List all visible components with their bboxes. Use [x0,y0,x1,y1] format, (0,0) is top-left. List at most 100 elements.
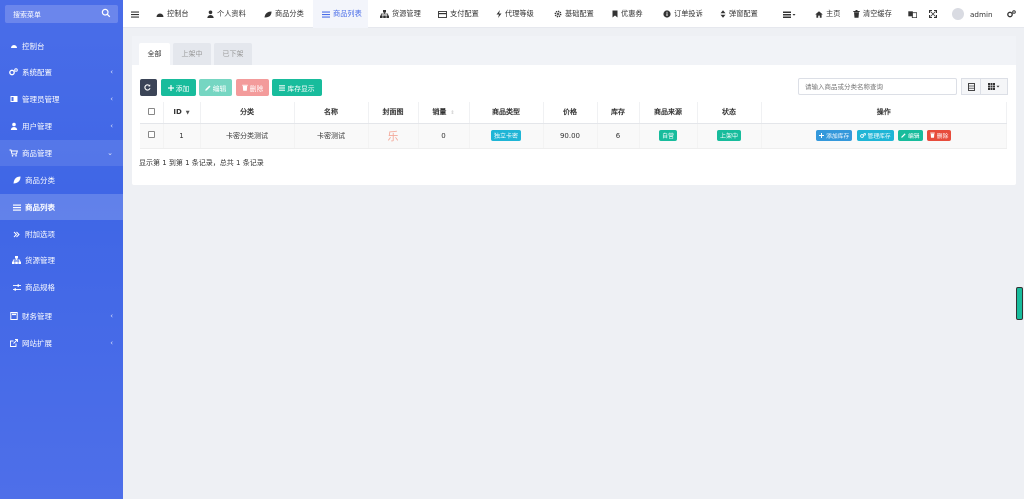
sidebar-search[interactable]: 搜索菜单 [5,5,118,23]
user-icon [207,10,214,18]
sidebar-item-system-config[interactable]: 系统配置 ‹ [0,59,123,85]
content-panel: 全部 上架中 已下架 添加 编辑 删除 库存显示 ID ▼ 分类 名称 [132,36,1016,185]
row-checkbox-cell[interactable] [140,123,164,149]
nav-tab-label: 订单投诉 [674,9,703,18]
search-input[interactable] [798,78,957,95]
cogs-icon [1007,10,1016,18]
cover-thumbnail[interactable]: 乐 [388,130,399,143]
nav-tab-agent-level[interactable]: 代理等级 [496,0,534,28]
column-id[interactable]: ID ▼ [163,102,201,124]
nav-tab-popup[interactable]: 弹窗配置 [720,0,758,28]
language-button[interactable] [908,0,920,28]
row-edit-button[interactable]: 编辑 [897,130,923,142]
settings-button[interactable] [1007,0,1019,28]
column-category: 分类 [200,102,295,124]
nav-tab-goods-category[interactable]: 商品分类 [264,0,304,28]
sidebar-item-label: 用户管理 [22,121,52,131]
sidebar-item-goods-list[interactable]: 商品列表 [0,194,123,220]
refresh-button[interactable] [140,79,157,96]
sidebar: 搜索菜单 控制台 系统配置 ‹ 管理员管理 ‹ 用户管理 ‹ 商品管理 ⌄ 商品… [0,0,123,499]
chevron-left-icon: ‹ [110,95,113,103]
nav-tab-complaints[interactable]: 订单投诉 [663,0,703,28]
chevron-down-icon: ⌄ [107,149,113,157]
sidebar-item-label: 管理员管理 [22,94,60,104]
clear-cache-button[interactable]: 清空缓存 [853,0,892,28]
external-link-icon [9,339,18,348]
sidebar-item-goods-category[interactable]: 商品分类 [0,167,123,193]
status-bar-url [3,489,153,497]
tab-all[interactable]: 全部 [139,43,170,65]
cell-category: 卡密分类测试 [200,123,295,149]
nav-tab-goods-list[interactable]: 商品列表 [313,0,368,28]
column-type: 商品类型 [469,102,544,124]
sidebar-item-supply[interactable]: 货源管理 [0,247,123,273]
cell-source: 自营 [639,123,698,149]
row-delete-button[interactable]: 删除 [926,129,952,141]
nav-tab-label: 商品列表 [333,9,362,18]
sidebar-item-users[interactable]: 用户管理 ‹ [0,113,123,139]
home-link[interactable]: 主页 [815,0,840,28]
checkbox[interactable] [147,131,155,138]
cogs-icon [9,68,18,77]
user-menu[interactable]: admin [952,0,993,28]
cell-stock: 6 [597,123,640,149]
cogs-icon [859,133,866,139]
sidebar-item-admin[interactable]: 管理员管理 ‹ [0,86,123,112]
search-icon[interactable] [101,8,111,18]
cell-type: 独立卡密 [469,123,544,149]
stock-display-button[interactable]: 库存显示 [272,79,322,96]
header-label: 封面图 [382,108,404,117]
tab-label: 已下架 [222,50,244,58]
sidebar-item-addons[interactable]: 附加选项 [0,221,123,247]
sort-icon[interactable]: ⇕ [450,110,454,116]
language-icon [908,10,917,18]
trash-icon [929,132,935,139]
sidebar-item-label: 货源管理 [25,255,55,265]
source-badge: 自营 [658,130,677,141]
header-label: 库存 [611,108,625,117]
nav-tab-dashboard[interactable]: 控制台 [156,0,189,28]
tab-on-sale[interactable]: 上架中 [173,43,211,65]
checkbox[interactable] [147,107,155,115]
sort-desc-icon[interactable]: ▼ [186,110,190,116]
nav-tab-label: 基础配置 [565,9,594,18]
sidebar-item-goods[interactable]: 商品管理 ⌄ [0,140,123,166]
sort-icon [720,10,726,18]
columns-dropdown[interactable] [980,78,1008,95]
sidebar-toggle-button[interactable] [131,0,142,28]
sidebar-item-label: 商品规格 [25,282,55,292]
status-badge[interactable]: 上架中 [716,130,741,141]
column-sales[interactable]: 销量 ⇕ [418,102,470,124]
nav-tab-basic-config[interactable]: 基础配置 [554,0,594,28]
pencil-icon [901,133,906,139]
cell-cover[interactable]: 乐 [368,123,419,149]
add-button[interactable]: 添加 [161,79,196,96]
table-header-row: ID ▼ 分类 名称 封面图 销量 ⇕ 商品类型 价格 库存 商品来源 状态 操作 [140,102,1007,124]
manage-stock-button[interactable]: 管理库存 [856,130,894,142]
nav-tab-payment[interactable]: 支付配置 [438,0,479,28]
more-tabs-dropdown[interactable] [783,0,799,28]
column-source: 商品来源 [639,102,698,124]
table-icon [967,82,975,91]
sidebar-item-finance[interactable]: 财务管理 ‹ [0,303,123,329]
sidebar-item-specs[interactable]: 商品规格 [0,274,123,300]
side-drag-handle[interactable] [1016,287,1023,320]
sidebar-item-dashboard[interactable]: 控制台 [0,33,123,59]
nav-tab-coupon[interactable]: 优惠券 [612,0,643,28]
toggle-view-button[interactable] [961,78,981,95]
bookmark-icon [612,10,618,18]
edit-button[interactable]: 编辑 [199,79,232,96]
sidebar-item-extensions[interactable]: 网站扩展 ‹ [0,330,123,356]
add-stock-button[interactable]: 添加库存 [816,130,853,142]
tab-off-sale[interactable]: 已下架 [214,43,252,65]
plus-icon [167,84,174,91]
nav-tab-profile[interactable]: 个人资料 [207,0,246,28]
select-all-checkbox[interactable] [140,102,164,124]
nav-tab-supply[interactable]: 货源管理 [380,0,421,28]
delete-button[interactable]: 删除 [236,79,269,96]
nav-tab-label: 货源管理 [392,9,421,18]
column-cover: 封面图 [368,102,419,124]
add-label: 添加 [175,84,190,93]
fullscreen-button[interactable] [929,0,940,28]
avatar [952,8,964,20]
